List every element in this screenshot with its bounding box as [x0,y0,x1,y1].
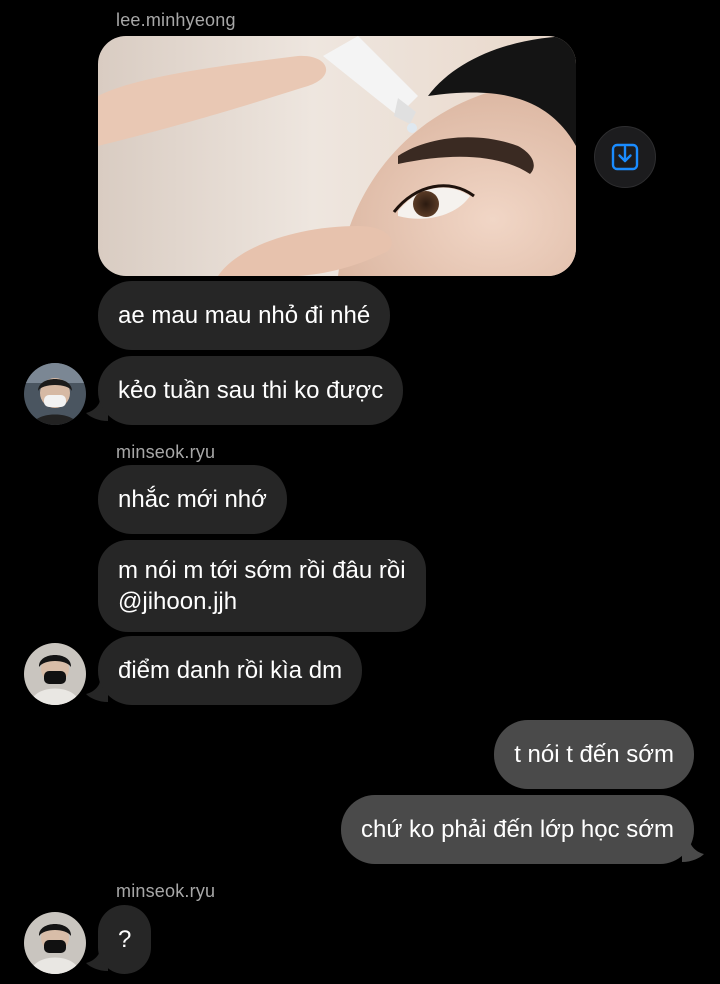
message-bubble-multiline[interactable]: m nói m tới sớm rồi đâu rồi @jihoon.jjh [98,540,426,632]
avatar[interactable] [24,912,86,974]
avatar-photo [24,643,86,705]
sender-name: minseok.ryu [116,442,216,462]
message-bubble[interactable]: nhắc mới nhớ [98,465,287,534]
outgoing-message-bubble[interactable]: chứ ko phải đến lớp học sớm [340,795,694,864]
save-photo-button[interactable] [594,126,656,188]
avatar-photo [24,363,86,425]
avatar-photo [24,912,86,974]
message-bubble[interactable]: kẻo tuần sau thi ko được [98,356,404,425]
mention-link[interactable]: @jihoon.jjh [118,586,406,617]
message-bubble[interactable]: ? [98,905,152,974]
eye-drop-photo [98,36,576,276]
message-bubble[interactable]: điểm danh rồi kìa dm [98,636,363,705]
chat-thread: lee.minhyeong ae mau mau nhỏ đi nhé kẻo … [0,0,720,984]
avatar[interactable] [24,643,86,705]
message-bubble[interactable]: ae mau mau nhỏ đi nhé [98,281,391,350]
avatar[interactable] [24,363,86,425]
shared-photo[interactable] [98,36,576,276]
message-line: m nói m tới sớm rồi đâu rồi [118,557,406,584]
download-icon [611,143,639,171]
sender-name: lee.minhyeong [116,10,236,30]
sender-name: minseok.ryu [116,881,216,901]
outgoing-message-bubble[interactable]: t nói t đến sớm [494,720,694,789]
